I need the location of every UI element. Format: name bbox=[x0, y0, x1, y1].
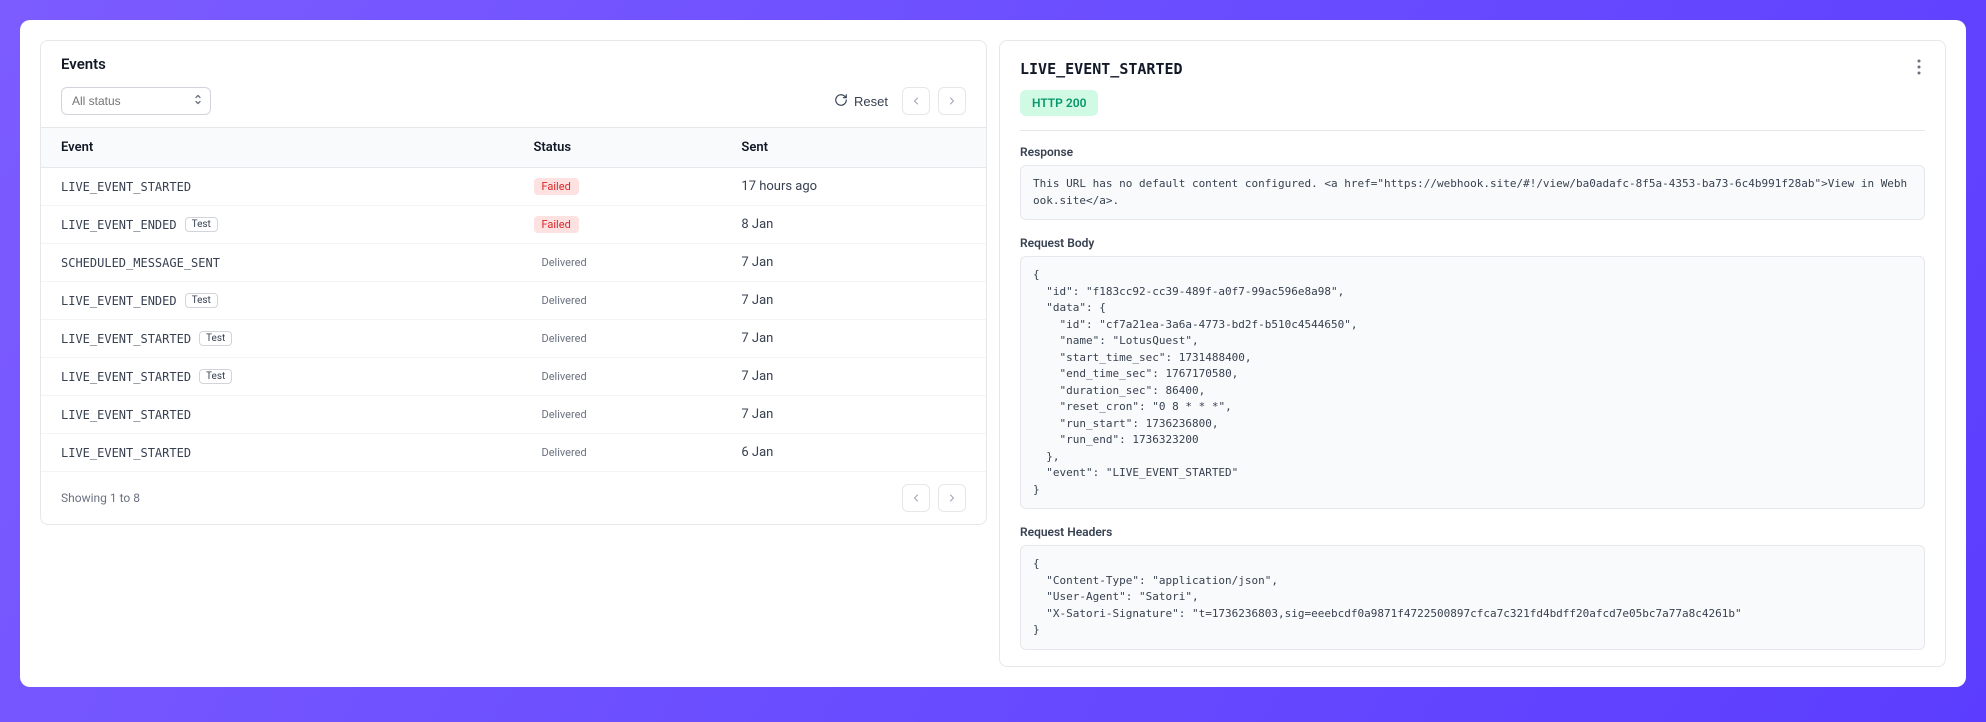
table-row[interactable]: LIVE_EVENT_ENDED Test Failed 8 Jan bbox=[41, 206, 986, 244]
status-filter-wrap bbox=[61, 87, 211, 115]
chevron-left-icon bbox=[910, 95, 922, 107]
sent-cell: 6 Jan bbox=[721, 434, 986, 472]
sent-cell: 7 Jan bbox=[721, 358, 986, 396]
event-name: SCHEDULED_MESSAGE_SENT bbox=[61, 256, 220, 270]
status-cell: Delivered bbox=[514, 320, 722, 358]
sent-cell: 17 hours ago bbox=[721, 168, 986, 206]
table-row[interactable]: LIVE_EVENT_STARTED Test Delivered 7 Jan bbox=[41, 358, 986, 396]
event-cell: LIVE_EVENT_STARTED bbox=[41, 434, 514, 472]
status-badge: Delivered bbox=[534, 292, 595, 309]
event-cell: SCHEDULED_MESSAGE_SENT bbox=[41, 244, 514, 282]
table-row[interactable]: LIVE_EVENT_STARTED Failed 17 hours ago bbox=[41, 168, 986, 206]
status-cell: Delivered bbox=[514, 396, 722, 434]
status-badge: Delivered bbox=[534, 254, 595, 271]
response-section: Response This URL has no default content… bbox=[1000, 145, 1945, 236]
events-table: Event Status Sent LIVE_EVENT_STARTED Fail… bbox=[41, 127, 986, 472]
next-page-button-top[interactable] bbox=[938, 87, 966, 115]
app-container: Events Reset bbox=[20, 20, 1966, 687]
test-badge: Test bbox=[199, 369, 232, 384]
events-card: Events Reset bbox=[40, 40, 987, 525]
events-toolbar: Reset bbox=[41, 87, 986, 127]
reset-label: Reset bbox=[854, 94, 888, 109]
more-button[interactable] bbox=[1913, 55, 1925, 82]
chevron-left-icon bbox=[910, 492, 922, 504]
status-badge: Delivered bbox=[534, 368, 595, 385]
status-badge: Failed bbox=[534, 178, 579, 195]
detail-panel: LIVE_EVENT_STARTED HTTP 200 Response Thi… bbox=[999, 40, 1946, 667]
event-cell: LIVE_EVENT_ENDED Test bbox=[41, 282, 514, 320]
event-name: LIVE_EVENT_STARTED bbox=[61, 180, 191, 194]
http-status-badge: HTTP 200 bbox=[1020, 90, 1098, 116]
status-cell: Delivered bbox=[514, 434, 722, 472]
divider bbox=[1020, 130, 1925, 131]
request-body: { "id": "f183cc92-cc39-489f-a0f7-99ac596… bbox=[1020, 256, 1925, 509]
headers-section: Request Headers { "Content-Type": "appli… bbox=[1000, 525, 1945, 666]
sent-cell: 8 Jan bbox=[721, 206, 986, 244]
event-name: LIVE_EVENT_STARTED bbox=[61, 446, 191, 460]
sent-cell: 7 Jan bbox=[721, 320, 986, 358]
pager-bottom bbox=[902, 484, 966, 512]
event-cell: LIVE_EVENT_STARTED Test bbox=[41, 320, 514, 358]
event-name: LIVE_EVENT_STARTED bbox=[61, 332, 191, 346]
request-headers: { "Content-Type": "application/json", "U… bbox=[1020, 545, 1925, 650]
status-badge: Failed bbox=[534, 216, 579, 233]
table-row[interactable]: LIVE_EVENT_STARTED Delivered 6 Jan bbox=[41, 434, 986, 472]
events-panel: Events Reset bbox=[40, 40, 987, 667]
response-body: This URL has no default content configur… bbox=[1020, 165, 1925, 220]
event-cell: LIVE_EVENT_STARTED bbox=[41, 396, 514, 434]
event-cell: LIVE_EVENT_STARTED Test bbox=[41, 358, 514, 396]
toolbar-actions: Reset bbox=[828, 87, 966, 115]
detail-card: LIVE_EVENT_STARTED HTTP 200 Response Thi… bbox=[999, 40, 1946, 667]
table-row[interactable]: SCHEDULED_MESSAGE_SENT Delivered 7 Jan bbox=[41, 244, 986, 282]
http-row: HTTP 200 bbox=[1000, 90, 1945, 130]
status-badge: Delivered bbox=[534, 330, 595, 347]
events-footer: Showing 1 to 8 bbox=[41, 472, 986, 524]
event-name: LIVE_EVENT_ENDED bbox=[61, 294, 177, 308]
table-row[interactable]: LIVE_EVENT_ENDED Test Delivered 7 Jan bbox=[41, 282, 986, 320]
detail-header: LIVE_EVENT_STARTED bbox=[1000, 41, 1945, 90]
headers-label: Request Headers bbox=[1020, 525, 1925, 539]
event-cell: LIVE_EVENT_STARTED bbox=[41, 168, 514, 206]
prev-page-button-bottom[interactable] bbox=[902, 484, 930, 512]
response-label: Response bbox=[1020, 145, 1925, 159]
chevron-right-icon bbox=[946, 492, 958, 504]
test-badge: Test bbox=[185, 293, 218, 308]
status-badge: Delivered bbox=[534, 406, 595, 423]
next-page-button-bottom[interactable] bbox=[938, 484, 966, 512]
sent-cell: 7 Jan bbox=[721, 244, 986, 282]
table-row[interactable]: LIVE_EVENT_STARTED Test Delivered 7 Jan bbox=[41, 320, 986, 358]
col-status: Status bbox=[514, 128, 722, 168]
col-event: Event bbox=[41, 128, 514, 168]
status-cell: Delivered bbox=[514, 358, 722, 396]
status-cell: Delivered bbox=[514, 244, 722, 282]
test-badge: Test bbox=[185, 217, 218, 232]
status-badge: Delivered bbox=[534, 444, 595, 461]
event-name: LIVE_EVENT_STARTED bbox=[61, 408, 191, 422]
showing-label: Showing 1 to 8 bbox=[61, 491, 140, 505]
status-filter-select[interactable] bbox=[61, 87, 211, 115]
status-cell: Delivered bbox=[514, 282, 722, 320]
table-row[interactable]: LIVE_EVENT_STARTED Delivered 7 Jan bbox=[41, 396, 986, 434]
refresh-icon bbox=[834, 93, 848, 110]
event-name: LIVE_EVENT_STARTED bbox=[61, 370, 191, 384]
sent-cell: 7 Jan bbox=[721, 396, 986, 434]
event-name: LIVE_EVENT_ENDED bbox=[61, 218, 177, 232]
chevron-right-icon bbox=[946, 95, 958, 107]
reset-button[interactable]: Reset bbox=[828, 89, 894, 114]
test-badge: Test bbox=[199, 331, 232, 346]
detail-title: LIVE_EVENT_STARTED bbox=[1020, 60, 1183, 78]
status-cell: Failed bbox=[514, 206, 722, 244]
sent-cell: 7 Jan bbox=[721, 282, 986, 320]
status-cell: Failed bbox=[514, 168, 722, 206]
prev-page-button-top[interactable] bbox=[902, 87, 930, 115]
col-sent: Sent bbox=[721, 128, 986, 168]
body-label: Request Body bbox=[1020, 236, 1925, 250]
body-section: Request Body { "id": "f183cc92-cc39-489f… bbox=[1000, 236, 1945, 525]
event-cell: LIVE_EVENT_ENDED Test bbox=[41, 206, 514, 244]
events-title: Events bbox=[41, 41, 986, 87]
dots-vertical-icon bbox=[1917, 59, 1921, 75]
